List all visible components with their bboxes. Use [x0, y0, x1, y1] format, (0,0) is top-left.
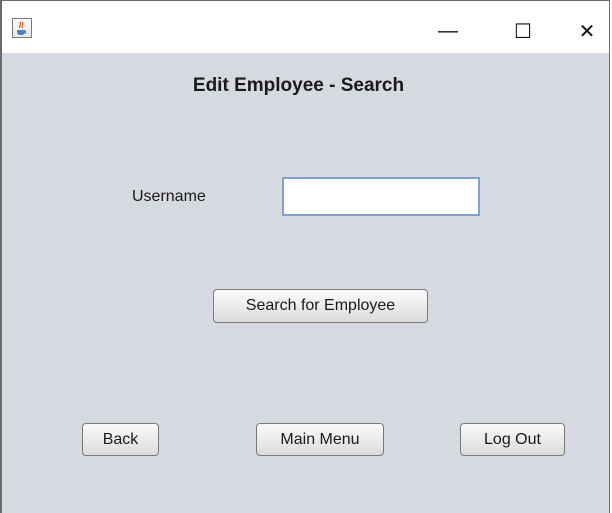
back-button[interactable]: Back [82, 423, 159, 456]
maximize-button[interactable]: ☐ [498, 13, 548, 49]
close-button[interactable]: ✕ [562, 13, 612, 49]
app-window: — ☐ ✕ Edit Employee - Search Username Se… [0, 0, 610, 513]
close-icon: ✕ [578, 20, 596, 43]
java-cup-icon [12, 18, 32, 38]
java-cup-icon-graphic [17, 21, 27, 35]
maximize-icon: ☐ [514, 20, 532, 43]
username-label: Username [132, 188, 206, 205]
main-menu-button[interactable]: Main Menu [256, 423, 384, 456]
search-employee-button[interactable]: Search for Employee [213, 289, 428, 323]
logout-button[interactable]: Log Out [460, 423, 565, 456]
content-panel: Edit Employee - Search Username Search f… [2, 53, 609, 513]
username-input[interactable] [282, 177, 480, 216]
minimize-button[interactable]: — [423, 13, 473, 49]
page-title-text: Edit Employee - Search [192, 75, 405, 96]
page-title: Edit Employee - Search [2, 75, 609, 97]
minimize-icon: — [438, 19, 458, 42]
title-bar: — ☐ ✕ [2, 0, 609, 54]
